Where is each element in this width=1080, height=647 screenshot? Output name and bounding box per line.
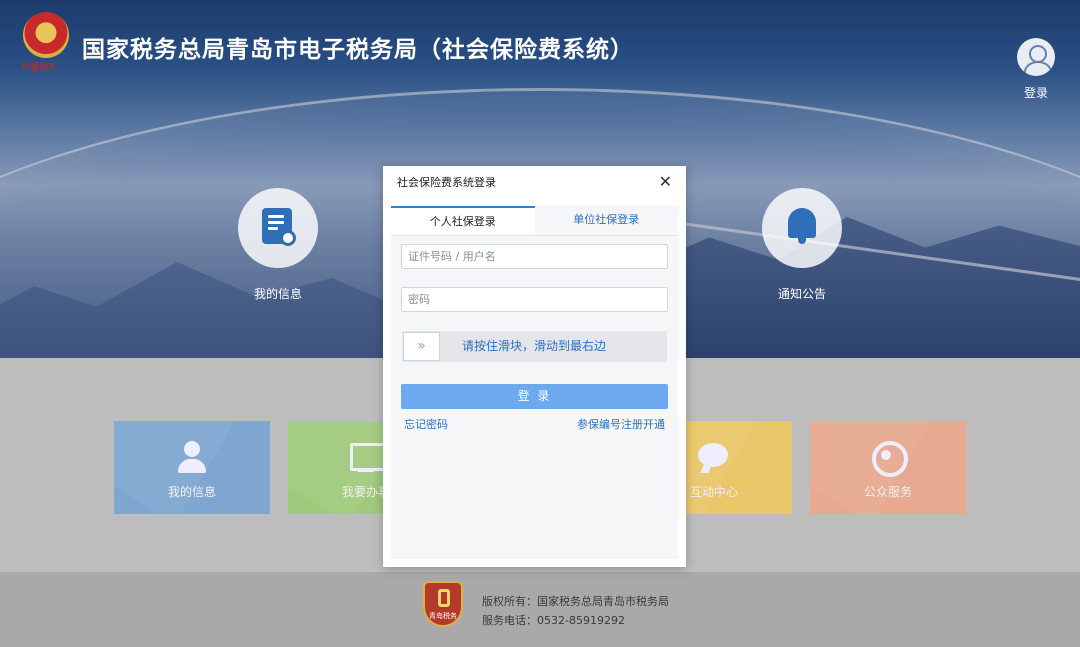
chat-icon xyxy=(696,441,732,477)
emblem-icon xyxy=(23,12,69,58)
person-icon xyxy=(174,441,210,477)
notice-circle-button[interactable] xyxy=(762,188,842,268)
bell-icon xyxy=(788,208,816,244)
document-clock-icon xyxy=(262,208,296,246)
login-tabs: 个人社保登录 单位社保登录 xyxy=(391,206,678,236)
slider-instruction: 请按住滑块，滑动到最右边 xyxy=(462,339,607,353)
footer-phone: 服务电话：0532-85919292 xyxy=(482,614,625,627)
my-info-circle-button[interactable] xyxy=(238,188,318,268)
service-icon xyxy=(870,441,908,477)
site-footer: 青岛税务 版权所有：国家税务总局青岛市税务局 服务电话：0532-8591929… xyxy=(0,572,1080,647)
login-button[interactable]: 登 录 xyxy=(401,384,668,409)
register-link[interactable]: 参保编号注册开通 xyxy=(577,416,665,432)
tab-personal-login[interactable]: 个人社保登录 xyxy=(391,206,535,235)
modal-body: 个人社保登录 单位社保登录 证件号码 / 用户名 密码 » 请按住滑块，滑动到最… xyxy=(391,206,678,559)
site-header: 中国税务 国家税务总局青岛市电子税务局（社会保险费系统） 登录 xyxy=(0,0,1080,110)
tab-unit-login[interactable]: 单位社保登录 xyxy=(534,206,678,235)
forgot-password-link[interactable]: 忘记密码 xyxy=(404,416,448,432)
tile-label: 公众服务 xyxy=(863,485,912,499)
emblem-script: 中国税务 xyxy=(21,63,58,73)
login-modal: 社会保险费系统登录 ✕ 个人社保登录 单位社保登录 证件号码 / 用户名 密码 … xyxy=(383,166,686,567)
header-login-label[interactable]: 登录 xyxy=(1016,84,1056,101)
header-login-button[interactable]: 登录 xyxy=(1016,38,1056,101)
footer-copyright: 版权所有：国家税务总局青岛市税务局 xyxy=(482,595,669,608)
user-avatar-icon[interactable] xyxy=(1017,38,1055,76)
slider-handle-icon[interactable]: » xyxy=(403,332,440,361)
national-emblem-logo: 中国税务 xyxy=(21,12,71,78)
tax-bureau-logo: 青岛税务 xyxy=(423,581,463,627)
tile-my-info[interactable]: 我的信息 xyxy=(114,421,270,514)
hero-my-info-label[interactable]: 我的信息 xyxy=(228,285,328,302)
slide-captcha[interactable]: » 请按住滑块，滑动到最右边 xyxy=(402,331,667,362)
close-icon[interactable]: ✕ xyxy=(659,174,672,190)
tile-public-service[interactable]: 公众服务 xyxy=(810,421,966,514)
monitor-icon xyxy=(348,441,386,477)
modal-header: 社会保险费系统登录 ✕ xyxy=(383,166,686,198)
footer-info: 版权所有：国家税务总局青岛市税务局 服务电话：0532-85919292 xyxy=(482,592,669,630)
password-input[interactable]: 密码 xyxy=(401,287,668,312)
username-input[interactable]: 证件号码 / 用户名 xyxy=(401,244,668,269)
tile-label: 我的信息 xyxy=(167,485,216,499)
modal-title: 社会保险费系统登录 xyxy=(397,176,496,189)
hero-notice-label[interactable]: 通知公告 xyxy=(752,285,852,302)
footer-logo-text: 青岛税务 xyxy=(429,612,457,620)
site-title: 国家税务总局青岛市电子税务局（社会保险费系统） xyxy=(82,37,634,63)
